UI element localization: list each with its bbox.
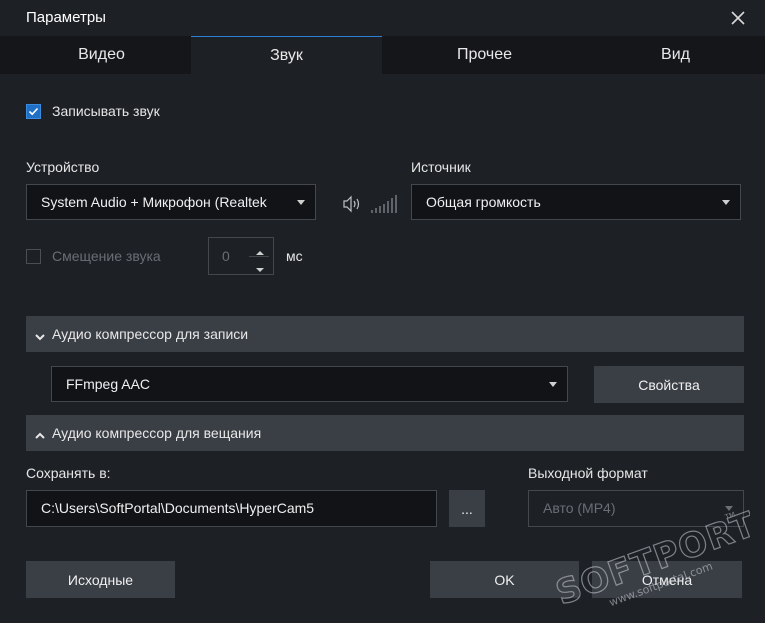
stepper-divider [249,256,269,257]
checkmark-icon [28,107,39,116]
chevron-down-icon [549,382,557,387]
save-path-field[interactable]: C:\Users\SoftPortal\Documents\HyperCam5 [26,490,437,527]
softportal-watermark-logo: SOFTPORTAL www.softportal.com TM [540,488,765,618]
chevron-down-icon [34,329,46,345]
record-compressor-header[interactable]: Аудио компрессор для записи [26,316,744,352]
offset-checkbox[interactable] [26,249,41,264]
device-value: System Audio + Микрофон (Realtek [41,194,267,210]
properties-button[interactable]: Свойства [594,366,744,403]
offset-stepper[interactable]: 0 [208,237,274,275]
tab-video[interactable]: Видео [12,36,191,74]
record-compressor-dropdown[interactable]: FFmpeg AAC [51,366,568,402]
chevron-up-icon [34,428,46,444]
tab-bar: Видео Звук Прочее Вид [0,36,765,74]
level-meter [371,193,399,216]
svg-text:SOFTPORTAL: SOFTPORTAL [551,508,750,614]
chevron-down-icon [297,200,305,205]
record-sound-label: Записывать звук [52,103,160,119]
source-dropdown[interactable]: Общая громкость [411,184,741,220]
speaker-icon [342,195,364,216]
save-to-label: Сохранять в: [26,465,111,481]
record-compressor-value: FFmpeg AAC [66,376,151,392]
stepper-down-icon[interactable] [255,261,265,277]
stepper-up-icon[interactable] [255,244,265,260]
title-bar [0,0,765,36]
record-compressor-label: Аудио компрессор для записи [52,326,249,342]
broadcast-compressor-label: Аудио компрессор для вещания [52,425,262,441]
device-label: Устройство [26,159,100,175]
tab-other[interactable]: Прочее [389,36,580,74]
window-title: Параметры [26,9,106,26]
offset-unit: мс [286,248,303,264]
broadcast-compressor-header[interactable]: Аудио компрессор для вещания [26,415,744,451]
browse-button[interactable]: ... [449,490,485,527]
close-icon[interactable] [728,6,748,28]
source-label: Источник [411,159,471,175]
tab-sound[interactable]: Звук [191,36,382,74]
save-path-value: C:\Users\SoftPortal\Documents\HyperCam5 [41,500,315,516]
tab-view[interactable]: Вид [580,36,765,74]
offset-label: Смещение звука [52,248,161,264]
record-sound-checkbox[interactable] [26,104,41,119]
device-dropdown[interactable]: System Audio + Микрофон (Realtek [26,184,316,220]
output-format-label: Выходной формат [528,465,648,481]
defaults-button[interactable]: Исходные [26,561,175,598]
source-value: Общая громкость [426,194,541,210]
offset-value: 0 [222,248,230,264]
chevron-down-icon [722,200,730,205]
